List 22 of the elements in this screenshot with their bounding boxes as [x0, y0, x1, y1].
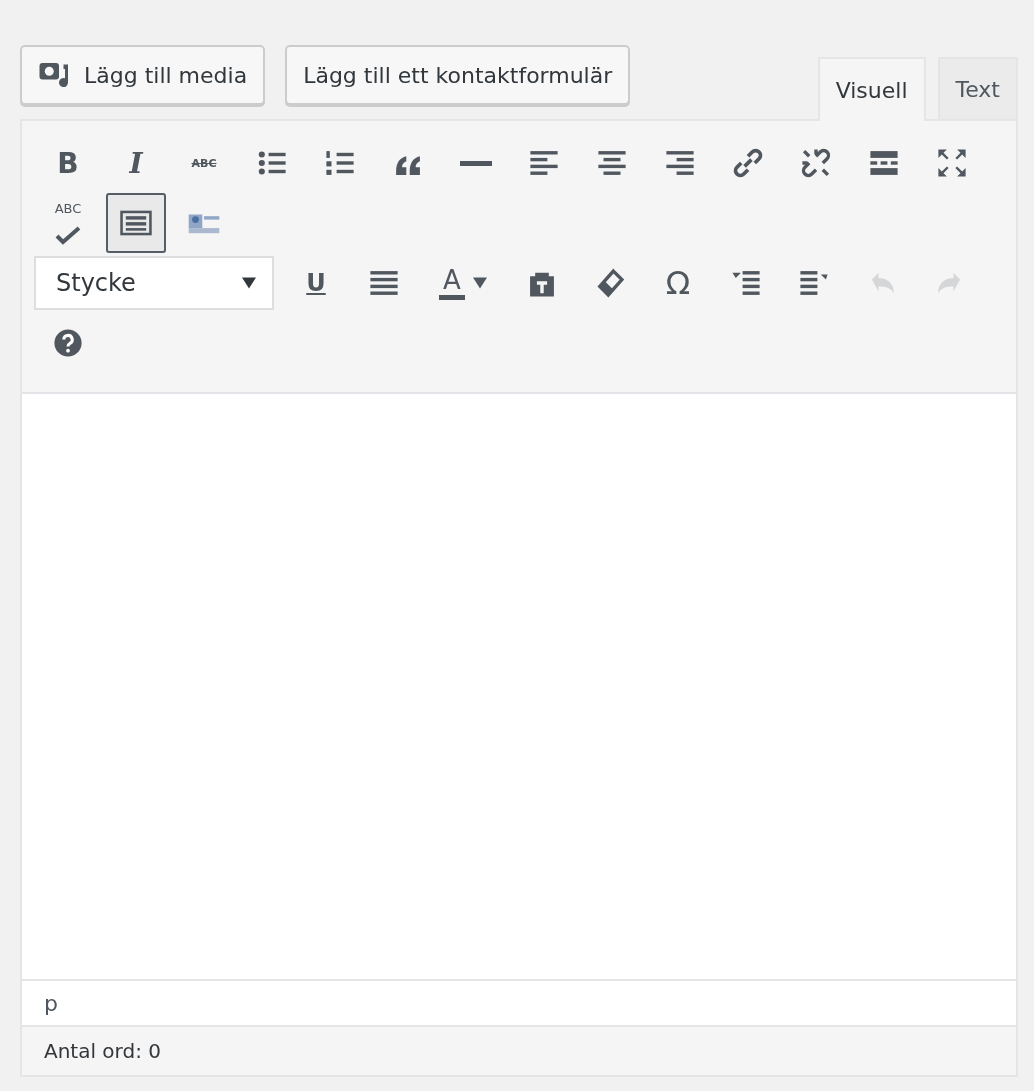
- spellcheck-button[interactable]: ABC: [34, 193, 102, 253]
- link-icon: [731, 146, 765, 180]
- text-color-button[interactable]: A: [418, 253, 508, 313]
- caret-icon: [242, 277, 256, 289]
- media-button[interactable]: Lägg till media: [20, 45, 266, 105]
- editor-tab[interactable]: Text: [937, 57, 1018, 119]
- special-character-button[interactable]: Ω: [644, 253, 712, 313]
- help-icon: [51, 326, 85, 360]
- toolbar-toggle-button[interactable]: [106, 193, 166, 253]
- word-count: Antal ord: 0: [44, 1039, 161, 1063]
- italic-button[interactable]: I: [102, 133, 170, 193]
- checkmark-icon: [55, 225, 81, 245]
- broken-link-icon: [799, 146, 833, 180]
- strikethrough-button[interactable]: ABC: [170, 133, 238, 193]
- element-path[interactable]: p: [44, 990, 58, 1016]
- editor-tab[interactable]: Visuell: [817, 57, 926, 121]
- fullscreen-icon: [935, 146, 969, 180]
- format-select[interactable]: Stycke: [34, 256, 274, 310]
- media-button[interactable]: Lägg till ett kontaktformulär: [285, 45, 631, 105]
- bold-button[interactable]: B: [34, 133, 102, 193]
- caret-icon: [472, 277, 487, 289]
- underline-button[interactable]: U: [282, 253, 350, 313]
